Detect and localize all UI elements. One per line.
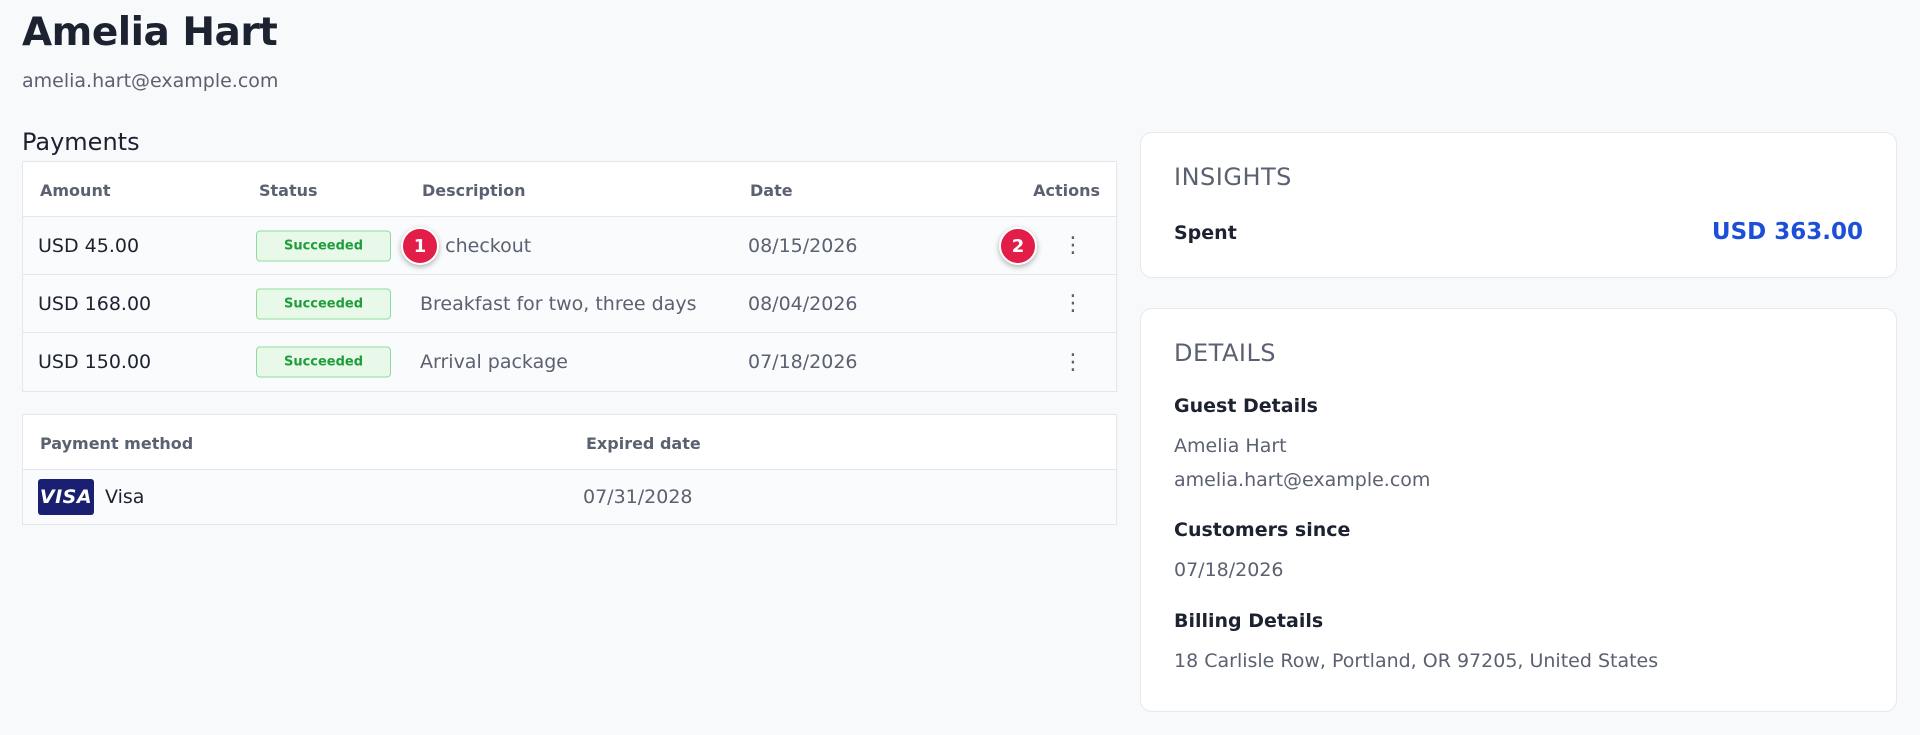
annotation-marker-2: 2 bbox=[999, 227, 1037, 265]
payment-method-label: Visa bbox=[105, 486, 145, 508]
guest-details-heading: Guest Details bbox=[1174, 395, 1318, 417]
column-header-date: Date bbox=[750, 181, 793, 200]
table-row[interactable]: USD 45.00 Succeeded te checkout 08/15/20… bbox=[23, 217, 1116, 275]
column-header-actions: Actions bbox=[1033, 181, 1100, 200]
payment-date: 08/04/2026 bbox=[748, 292, 858, 315]
payment-date: 07/18/2026 bbox=[748, 351, 858, 373]
payment-method-table: Payment method Expired date VISA Visa 07… bbox=[22, 414, 1117, 525]
column-header-payment-method: Payment method bbox=[40, 434, 194, 453]
spent-value: USD 363.00 bbox=[1711, 219, 1863, 245]
payment-amount: USD 168.00 bbox=[38, 292, 152, 315]
payments-table: Amount Status Description Date Actions U… bbox=[22, 161, 1117, 392]
column-header-amount: Amount bbox=[40, 181, 111, 200]
more-vertical-icon[interactable]: ⋮ bbox=[1062, 289, 1084, 319]
payment-description: Breakfast for two, three days bbox=[420, 292, 697, 315]
payment-description: Arrival package bbox=[420, 351, 568, 373]
billing-address: 18 Carlisle Row, Portland, OR 97205, Uni… bbox=[1174, 650, 1659, 672]
payment-method-header: Payment method Expired date bbox=[23, 415, 1116, 470]
insights-title: INSIGHTS bbox=[1174, 163, 1292, 191]
column-header-expired-date: Expired date bbox=[586, 434, 701, 453]
details-card: DETAILS Guest Details Amelia Hart amelia… bbox=[1140, 308, 1897, 712]
status-badge: Succeeded bbox=[256, 230, 391, 261]
customer-name: Amelia Hart bbox=[22, 10, 278, 55]
payment-method-row[interactable]: VISA Visa 07/31/2028 bbox=[23, 470, 1116, 524]
payments-section-title: Payments bbox=[22, 128, 140, 156]
payments-table-header: Amount Status Description Date Actions bbox=[23, 162, 1116, 217]
annotation-marker-1: 1 bbox=[401, 227, 439, 265]
more-vertical-icon[interactable]: ⋮ bbox=[1062, 347, 1084, 377]
table-row[interactable]: USD 168.00 Succeeded Breakfast for two, … bbox=[23, 275, 1116, 333]
more-vertical-icon[interactable]: ⋮ bbox=[1062, 231, 1084, 261]
payment-date: 08/15/2026 bbox=[748, 234, 858, 257]
insights-card: INSIGHTS Spent USD 363.00 bbox=[1140, 132, 1897, 278]
column-header-description: Description bbox=[422, 181, 526, 200]
visa-logo-icon: VISA bbox=[38, 479, 94, 515]
spent-label: Spent bbox=[1174, 222, 1237, 244]
expired-date-value: 07/31/2028 bbox=[583, 486, 693, 508]
payment-amount: USD 150.00 bbox=[38, 351, 152, 373]
billing-details-heading: Billing Details bbox=[1174, 610, 1324, 632]
customer-email: amelia.hart@example.com bbox=[22, 70, 279, 92]
payment-amount: USD 45.00 bbox=[38, 234, 140, 257]
details-title: DETAILS bbox=[1174, 339, 1277, 367]
table-row[interactable]: USD 150.00 Succeeded Arrival package 07/… bbox=[23, 333, 1116, 391]
status-badge: Succeeded bbox=[256, 288, 391, 319]
customers-since-value: 07/18/2026 bbox=[1174, 559, 1284, 581]
guest-name: Amelia Hart bbox=[1174, 435, 1287, 457]
customers-since-heading: Customers since bbox=[1174, 519, 1351, 541]
guest-email: amelia.hart@example.com bbox=[1174, 469, 1431, 491]
status-badge: Succeeded bbox=[256, 346, 391, 378]
column-header-status: Status bbox=[259, 181, 318, 200]
